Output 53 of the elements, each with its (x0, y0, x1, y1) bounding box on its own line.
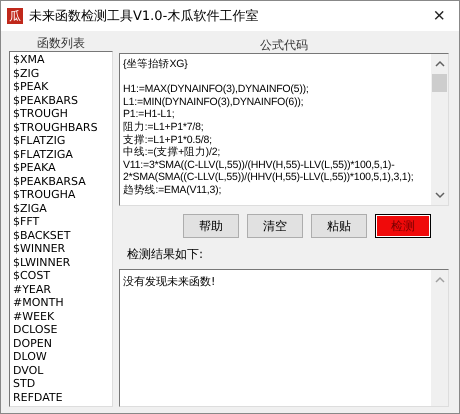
function-list-item[interactable]: $PEAK (13, 80, 109, 94)
scroll-up-icon[interactable] (434, 276, 444, 284)
code-line: P1:=H1-L1; (123, 108, 176, 121)
function-list-item[interactable]: $TROUGH (13, 107, 109, 120)
function-list-item[interactable]: $XMA (13, 53, 109, 66)
result-label: 检测结果如下: (126, 246, 204, 264)
function-list-item[interactable]: $COST (13, 269, 109, 282)
function-list-item[interactable]: $LWINNER (13, 256, 109, 269)
scroll-up-icon[interactable] (434, 60, 444, 68)
function-list-item[interactable]: $BACKSET (13, 228, 109, 242)
formula-editor[interactable] (119, 53, 449, 206)
code-line: H1:=MAX(DYNAINFO(3),DYNAINFO(5)); (123, 83, 310, 96)
function-list-item[interactable]: STD (13, 377, 109, 390)
function-list-item[interactable]: $PEAKA (13, 161, 109, 174)
code-line: 2*SMA(SMA((C-LLV(L,55))/(HHV(H,55)-LLV(L,55))*100,5,1),3,1); (123, 171, 414, 184)
function-list-item[interactable]: $PEAKBARS (13, 94, 109, 107)
function-list-item[interactable]: $FFT (13, 215, 109, 228)
action-button[interactable]: 粘贴 (311, 214, 367, 238)
scroll-down-icon[interactable] (434, 191, 444, 200)
function-list-item[interactable]: $TROUGHA (13, 188, 109, 202)
function-list-item[interactable]: $ZIG (13, 66, 109, 80)
result-text: 没有发现未来函数! (123, 274, 216, 290)
function-list-item[interactable]: DLOW (13, 350, 109, 364)
app-logo-icon: 瓜 (7, 8, 23, 24)
function-list-item[interactable]: $PEAKBARSA (13, 174, 109, 188)
code-line: {坐等抬轿XG} (123, 58, 189, 71)
window-title: 未来函数检测工具V1.0-木瓜软件工作室 (29, 8, 260, 25)
function-list-item[interactable]: $TROUGHBARS (13, 120, 109, 134)
function-list-item[interactable]: REFDATE (13, 390, 109, 404)
action-button[interactable]: 清空 (247, 214, 303, 238)
function-list-item[interactable]: DCLOSE (13, 323, 109, 336)
action-button[interactable]: 帮助 (183, 214, 239, 238)
code-line: 趋势线:=EMA(V11,3); (123, 184, 222, 197)
function-list-item[interactable]: $ZIGA (13, 202, 109, 215)
function-list-item[interactable]: $FLATZIGA (13, 148, 109, 161)
function-list-item[interactable]: $WINNER (13, 242, 109, 256)
code-line: 阻力:=L1+P1*7/8; (123, 120, 205, 134)
function-list-header: 函数列表 (36, 35, 86, 51)
code-line: L1:=MIN(DYNAINFO(3),DYNAINFO(6)); (123, 96, 304, 108)
function-list-item[interactable]: #WEEK (13, 310, 109, 323)
scroll-thumb[interactable] (432, 74, 447, 92)
function-list-item[interactable]: #YEAR (13, 282, 109, 296)
code-line: 中线:=(支撑+阻力)/2; (123, 146, 222, 159)
function-list-item[interactable]: DVOL (13, 364, 109, 377)
function-list-item[interactable]: #MONTH (13, 296, 109, 310)
scrollbar[interactable] (431, 54, 448, 206)
code-line: 支撑:=L1+P1*0.5/8; (123, 134, 213, 146)
formula-header: 公式代码 (259, 37, 309, 53)
function-list-item[interactable]: $FLATZIG (13, 134, 109, 148)
code-line: V11:=3*SMA((C-LLV(L,55))/(HHV(H,55)-LLV(L,55))*100,5,1)- (123, 158, 396, 172)
scrollbar[interactable] (431, 270, 448, 406)
close-button[interactable]: × (427, 6, 451, 26)
function-list-item[interactable]: DOPEN (13, 336, 109, 350)
